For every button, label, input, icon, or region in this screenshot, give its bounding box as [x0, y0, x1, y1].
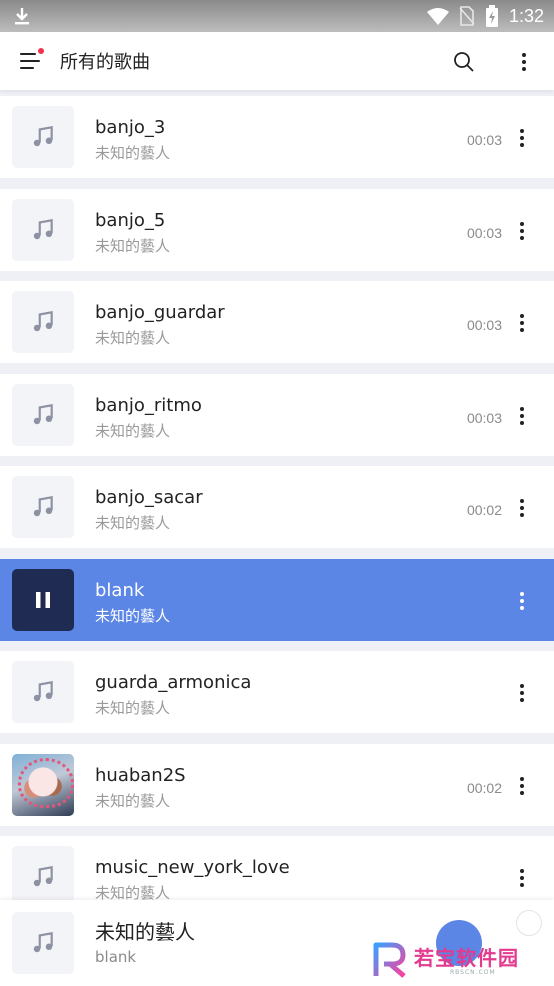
song-row[interactable]: banjo_5 未知的藝人 00:03: [0, 189, 554, 271]
album-art: [12, 569, 74, 631]
song-more-icon[interactable]: [510, 589, 534, 613]
song-row[interactable]: banjo_guardar 未知的藝人 00:03: [0, 281, 554, 363]
wifi-icon: [426, 8, 449, 25]
song-more-icon[interactable]: [510, 126, 534, 150]
song-more-icon[interactable]: [510, 866, 534, 890]
song-row[interactable]: banjo_ritmo 未知的藝人 00:03: [0, 374, 554, 456]
menu-icon[interactable]: [18, 48, 44, 74]
watermark: 若宝软件园 RBSCN.COM: [372, 942, 538, 980]
music-note-icon: [33, 865, 53, 887]
music-note-icon: [33, 218, 53, 240]
song-artist: 未知的藝人: [95, 607, 171, 625]
song-title: banjo_guardar: [95, 302, 225, 323]
song-title: banjo_ritmo: [95, 395, 202, 416]
song-row[interactable]: blank 未知的藝人: [0, 559, 554, 641]
album-art: [12, 291, 74, 353]
song-title: banjo_5: [95, 210, 166, 231]
song-artist: 未知的藝人: [95, 699, 171, 717]
song-title: huaban2S: [95, 765, 186, 786]
music-note-icon: [33, 680, 53, 702]
song-artist: 未知的藝人: [95, 514, 171, 532]
album-art: [12, 199, 74, 261]
song-duration: 00:03: [466, 225, 502, 241]
watermark-logo: [373, 942, 406, 978]
album-photo: [12, 754, 74, 816]
song-row[interactable]: guarda_armonica 未知的藝人: [0, 651, 554, 733]
song-more-icon[interactable]: [510, 311, 534, 335]
song-artist: 未知的藝人: [95, 792, 171, 810]
song-title: banjo_3: [95, 117, 166, 138]
music-note-icon: [33, 403, 53, 425]
album-art: [12, 754, 74, 816]
watermark-subtext: RBSCN.COM: [450, 969, 496, 976]
queue-button[interactable]: [516, 910, 542, 936]
song-duration: 00:03: [466, 410, 502, 426]
music-note-icon: [33, 125, 53, 147]
album-art: [12, 846, 74, 908]
song-row[interactable]: banjo_3 未知的藝人 00:03: [0, 96, 554, 178]
status-bar: 1:32: [0, 0, 554, 32]
more-options-icon[interactable]: [512, 50, 536, 74]
song-title: banjo_sacar: [95, 487, 203, 508]
now-playing-subtitle: blank: [95, 948, 137, 966]
song-duration: 00:02: [466, 780, 502, 796]
song-more-icon[interactable]: [510, 681, 534, 705]
clock: 1:32: [508, 5, 544, 26]
song-artist: 未知的藝人: [95, 144, 171, 162]
song-title: blank: [95, 580, 145, 601]
no-sim-icon: [459, 6, 475, 26]
song-duration: 00:02: [466, 502, 502, 518]
song-artist: 未知的藝人: [95, 329, 171, 347]
music-note-icon: [33, 931, 53, 953]
song-duration: 00:03: [466, 132, 502, 148]
notification-dot: [38, 48, 44, 54]
album-art: [12, 661, 74, 723]
song-more-icon[interactable]: [510, 496, 534, 520]
album-art: [12, 476, 74, 538]
song-artist: 未知的藝人: [95, 237, 171, 255]
pause-icon[interactable]: [32, 589, 54, 611]
watermark-text: 若宝软件园: [414, 946, 519, 970]
song-row[interactable]: huaban2S 未知的藝人 00:02: [0, 744, 554, 826]
song-title: music_new_york_love: [95, 857, 290, 878]
song-more-icon[interactable]: [510, 404, 534, 428]
album-art: [12, 106, 74, 168]
music-note-icon: [33, 310, 53, 332]
battery-icon: [485, 5, 498, 27]
song-more-icon[interactable]: [510, 219, 534, 243]
page-title: 所有的歌曲: [60, 52, 150, 73]
music-note-icon: [33, 495, 53, 517]
song-artist: 未知的藝人: [95, 422, 171, 440]
album-art: [12, 384, 74, 446]
download-icon: [15, 8, 29, 25]
song-row[interactable]: banjo_sacar 未知的藝人 00:02: [0, 466, 554, 548]
song-title: guarda_armonica: [95, 672, 252, 693]
search-icon[interactable]: [452, 50, 476, 74]
app-bar: 所有的歌曲: [0, 32, 554, 90]
song-more-icon[interactable]: [510, 774, 534, 798]
now-playing-title: 未知的藝人: [95, 920, 195, 944]
song-duration: 00:03: [466, 317, 502, 333]
now-playing-art: [12, 912, 74, 974]
